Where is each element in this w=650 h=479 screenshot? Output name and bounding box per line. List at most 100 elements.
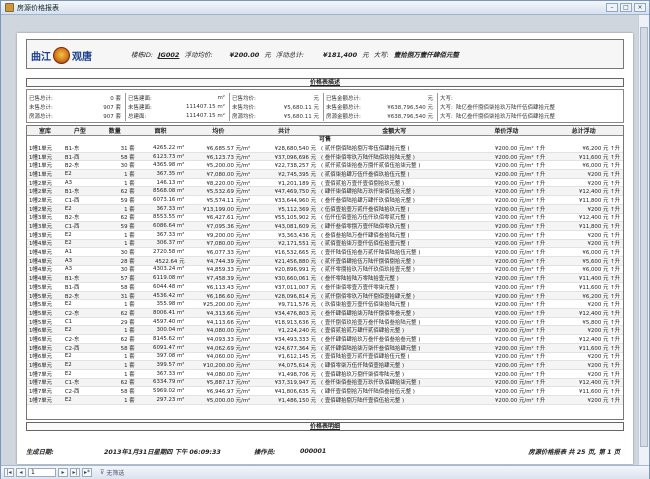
building-label: 楼栋ID: bbox=[131, 51, 154, 59]
table-cell: ¥200.00 元/m² ↑升 bbox=[495, 284, 546, 291]
table-cell: 5969.02 m² bbox=[153, 388, 185, 395]
table-cell: 1幢4单元 bbox=[29, 241, 53, 248]
table-cell: 31 套 bbox=[120, 293, 135, 300]
table-cell: ( 壹仟陆佰伍拾叁万贰仟陆佰陆拾伍元整 ) bbox=[321, 250, 421, 257]
table-cell: ¥30,660,061 元 bbox=[274, 276, 317, 283]
table-cell: A1 bbox=[64, 249, 73, 256]
table-row: 1幢3单元 E2 1 套 367.33 m² ¥9,200.00 元/m² ¥3,363,… bbox=[27, 231, 623, 240]
summary-panel: 已售总计: 0 套 未售总计: 907 套 房源总计: 907 套 已售建面: m² 未… bbox=[26, 89, 624, 123]
table-cell: ¥200.00 元/m² ↑升 bbox=[495, 276, 546, 283]
table-cell: ( 叁仟柒佰零壹万壹仟零柒元整 ) bbox=[321, 284, 399, 291]
table-cell: 8553.55 m² bbox=[153, 214, 185, 221]
table-cell: 4265.22 m² bbox=[153, 144, 185, 151]
table-cell: ¥16,532,665 元 bbox=[274, 250, 317, 257]
table-cell: C2-西 bbox=[64, 345, 80, 352]
page-number-input[interactable] bbox=[28, 468, 56, 477]
table-cell: 31 套 bbox=[120, 145, 135, 152]
prev-page-button[interactable]: ◂ bbox=[16, 468, 26, 477]
float-total-unit: 元 bbox=[362, 51, 369, 59]
table-cell: 58 套 bbox=[120, 284, 135, 291]
table-row: 1幢2单元 A3 1 套 146.13 m² ¥8,220.00 元/m² ¥1,201,… bbox=[27, 179, 623, 188]
table-cell: 6073.16 m² bbox=[153, 196, 185, 203]
table-cell: ¥5,887.17 元/m² bbox=[206, 380, 251, 387]
table-cell: 1幢6单元 bbox=[29, 345, 53, 352]
table-cell: 1幢2单元 bbox=[29, 197, 53, 204]
table-row: 1幢5单元 B2-东 31 套 4536.42 m² ¥6,186.60 元/m² ¥28… bbox=[27, 291, 623, 301]
table-cell: ¥2,171,551 元 bbox=[278, 241, 317, 248]
table-cell: E2 bbox=[64, 327, 72, 334]
table-row: 1幢6单元 E2 1 套 399.57 m² ¥10,200.00 元/m² ¥4,075… bbox=[27, 361, 623, 370]
table-cell: C2-东 bbox=[64, 336, 80, 343]
table-cell: 1幢5单元 bbox=[29, 319, 53, 326]
table-cell: 29 套 bbox=[120, 319, 135, 326]
table-cell: 1 套 bbox=[124, 371, 135, 378]
table-cell: ¥37,011,007 元 bbox=[274, 284, 317, 291]
scrollbar-thumb[interactable] bbox=[640, 27, 648, 447]
table-cell: ( 贰仟捌佰零玖万陆仟捌佰壹拾肆元整 ) bbox=[321, 293, 415, 300]
summary-avg-price: 已售均价: 元 未售均价: ¥5,680.11 元 房源均价: ¥5,680.11 元 bbox=[229, 93, 321, 121]
maximize-button[interactable]: □ bbox=[620, 3, 632, 12]
table-cell: 1 套 bbox=[124, 241, 135, 248]
table-cell: E2 bbox=[64, 370, 72, 377]
next-page-button[interactable]: ▸ bbox=[58, 468, 68, 477]
vertical-scrollbar[interactable] bbox=[638, 15, 649, 465]
table-cell: ¥20,896,991 元 bbox=[274, 267, 317, 274]
table-cell: ¥12,400 元 ↑升 bbox=[578, 215, 620, 222]
table-cell: ¥5,574.11 元/m² bbox=[206, 197, 251, 204]
table-cell: ¥12,400 元 ↑升 bbox=[578, 310, 620, 317]
page-info: 房源价格报表 共 25 页, 第 1 页 bbox=[528, 448, 620, 456]
table-row: 1幢5单元 C2-东 62 套 8006.41 m² ¥4,313.66 元/m² ¥34… bbox=[27, 309, 623, 318]
table-cell: ¥4,062.69 元/m² bbox=[206, 345, 251, 352]
table-cell: ¥200 元 ↑升 bbox=[587, 302, 620, 309]
table-cell: ¥200.00 元/m² ↑升 bbox=[495, 345, 546, 352]
table-cell: ¥200.00 元/m² ↑升 bbox=[495, 215, 546, 222]
report-window: 房源价格报表 – □ × 曲江 观唐 楼栋ID: JG002 浮动均价: ¥20… bbox=[0, 0, 650, 479]
table-cell: ¥11,600 元 ↑升 bbox=[578, 154, 620, 161]
table-cell: ¥200 元 ↑升 bbox=[587, 206, 620, 213]
close-button[interactable]: × bbox=[634, 3, 646, 12]
table-cell: 1幢6单元 bbox=[29, 328, 53, 335]
table-cell: A3 bbox=[64, 257, 73, 264]
table-cell: 300.04 m² bbox=[156, 327, 185, 334]
table-cell: ¥6,113.43 元/m² bbox=[206, 284, 251, 291]
table-cell: B1-西 bbox=[64, 284, 80, 291]
report-header: 曲江 观唐 楼栋ID: JG002 浮动均价: ¥200.00 元 浮动总计: … bbox=[26, 39, 624, 69]
table-cell: ( 叁仟肆佰肆拾柒万陆仟捌佰零叁元整 ) bbox=[321, 310, 415, 317]
table-row: 1幢6单元 C2-西 58 套 6091.47 m² ¥4,062.69 元/m² ¥24… bbox=[27, 343, 623, 353]
window-title: 房源价格报表 bbox=[17, 3, 59, 12]
table-cell: 1幢7单元 bbox=[29, 389, 53, 396]
table-row: 1幢1单元 B2-东 30 套 4365.98 m² ¥5,200.00 元/m² ¥22… bbox=[27, 161, 623, 171]
table-cell: 1 套 bbox=[124, 171, 135, 178]
table-cell: 1幢5单元 bbox=[29, 310, 53, 317]
last-page-button[interactable]: ▸| bbox=[70, 468, 80, 477]
table-cell: 397.08 m² bbox=[156, 353, 185, 360]
table-cell: 1幢4单元 bbox=[29, 276, 53, 283]
table-cell: 30 套 bbox=[120, 250, 135, 257]
table-cell: E2 bbox=[64, 396, 72, 403]
table-cell: ¥5,532.69 元/m² bbox=[206, 189, 251, 196]
table-cell: ¥6,200 元 ↑升 bbox=[582, 293, 620, 300]
table-row: 1幢4单元 A3 30 套 4303.24 m² ¥4,859.33 元/m² ¥20,8… bbox=[27, 266, 623, 275]
minimize-button[interactable]: – bbox=[606, 3, 618, 12]
table-cell: 8145.62 m² bbox=[153, 335, 185, 342]
first-page-button[interactable]: |◂ bbox=[4, 468, 14, 477]
date-label: 生成日期: bbox=[26, 448, 54, 456]
table-cell: ¥4,075,614 元 bbox=[278, 363, 317, 370]
filter-status[interactable]: ⊽ 无筛选 bbox=[100, 468, 124, 477]
table-cell: 62 套 bbox=[120, 336, 135, 343]
table-cell: ¥9,711,576 元 bbox=[278, 302, 317, 309]
table-cell: ¥11,600 元 ↑升 bbox=[578, 345, 620, 352]
table-cell: ¥200 元 ↑升 bbox=[587, 371, 620, 378]
table-row: 1幢4单元 A1 30 套 2720.58 m² ¥6,077.33 元/m² ¥16,5… bbox=[27, 248, 623, 257]
table-cell: C2-西 bbox=[64, 389, 80, 396]
new-record-button[interactable]: ▸* bbox=[82, 468, 92, 477]
table-cell: ( 叁仟柒佰叁拾壹万玖仟玖佰肆拾柒元整 ) bbox=[321, 380, 421, 387]
table-cell: 4303.24 m² bbox=[153, 266, 185, 273]
table-cell: ¥34,476,803 元 bbox=[274, 310, 317, 317]
table-cell: ¥200.00 元/m² ↑升 bbox=[495, 371, 546, 378]
logo-emblem-icon bbox=[53, 46, 70, 64]
logo-text-left: 曲江 bbox=[31, 51, 51, 63]
table-cell: ¥200.00 元/m² ↑升 bbox=[495, 380, 546, 387]
table-cell: ( 贰仟捌佰陆拾捌万零伍佰肆拾元整 ) bbox=[321, 145, 410, 152]
float-price: ¥200.00 bbox=[229, 51, 260, 59]
